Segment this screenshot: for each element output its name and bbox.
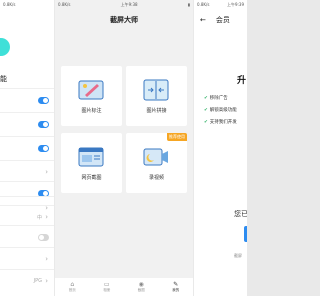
status-speed: 0.8K/s — [197, 2, 210, 7]
status-speed: 0.8K/s — [58, 2, 71, 7]
app-title: 截屏大师 — [110, 16, 138, 24]
status-time: 上午9:38 — [120, 1, 138, 7]
camera-icon: ◉ — [138, 281, 144, 288]
section-title: 能 — [0, 75, 7, 83]
toggle-switch[interactable] — [38, 121, 49, 128]
card-label: 图片标注 — [81, 108, 102, 114]
tools-icon: ✎ — [173, 281, 179, 288]
chevron-right-icon: › — [45, 255, 48, 263]
settings-row[interactable] — [0, 88, 54, 112]
settings-row[interactable] — [0, 136, 54, 160]
card-image-stitch[interactable]: 图片拼接 — [126, 66, 187, 126]
upgrade-heading: 升 — [237, 76, 247, 86]
status-question: 您已 — [234, 210, 247, 218]
header: ← 会员 — [194, 9, 247, 31]
settings-row[interactable]: › — [0, 247, 54, 271]
toggle-switch[interactable] — [38, 97, 49, 104]
check-icon: ✔ — [204, 120, 208, 125]
page-title: 会员 — [215, 16, 230, 24]
home-screen: 0.8K/s 上午9:38 ▮ 截屏大师 图片标注 图片拼接 网页截图 推荐使用… — [55, 0, 193, 296]
membership-screen: 0.8K/s 上午9:39 ← 会员 升 ✔ 移除广告 ✔ 解锁高级功能 ✔ 支持我们… — [194, 0, 247, 296]
recommend-badge: 推荐使用 — [167, 133, 187, 141]
card-label: 图片拼接 — [146, 108, 167, 114]
card-webpage-capture[interactable]: 网页截图 — [61, 133, 122, 193]
album-icon: ▭ — [103, 281, 110, 288]
pen-annotate-icon — [77, 78, 105, 102]
feature-item: ✔ 移除广告 — [204, 96, 228, 101]
screen-record-icon — [142, 145, 170, 169]
tab-album[interactable]: ▭ 相册 — [90, 278, 125, 296]
card-screen-record[interactable]: 推荐使用 录视频 — [126, 133, 187, 193]
feature-item: ✔ 支持我们开发 — [204, 120, 237, 125]
card-label: 网页截图 — [81, 175, 102, 181]
bottom-tab-bar: ⌂ 首页 ▭ 相册 ◉ 截图 ✎ 我的 — [55, 278, 193, 296]
toggle-switch[interactable] — [38, 145, 49, 152]
home-icon: ⌂ — [70, 281, 75, 288]
back-arrow-icon[interactable]: ← — [200, 16, 206, 24]
app-logo-icon — [0, 38, 10, 56]
status-time: 上午9:39 — [227, 1, 244, 7]
feature-item: ✔ 解锁高级功能 — [204, 108, 237, 113]
tab-home[interactable]: ⌂ 首页 — [55, 278, 90, 296]
settings-row[interactable]: JPG › — [0, 269, 54, 293]
settings-screen: 0.8K/s 能 › › 中 › › JPG › — [0, 0, 54, 296]
check-icon: ✔ — [204, 96, 208, 101]
upgrade-button[interactable] — [244, 226, 247, 242]
tab-screenshot[interactable]: ◉ 截图 — [124, 278, 159, 296]
battery-icon: ▮ — [187, 2, 190, 7]
status-bar: 0.8K/s — [0, 0, 54, 9]
chevron-right-icon: › — [45, 277, 48, 285]
chevron-right-icon: › — [45, 213, 48, 221]
status-speed: 0.8K/s — [3, 2, 16, 7]
toggle-switch[interactable] — [38, 234, 49, 241]
chevron-right-icon: › — [45, 168, 48, 176]
status-bar: 0.8K/s 上午9:39 — [194, 0, 247, 9]
settings-row[interactable] — [0, 225, 54, 249]
check-icon: ✔ — [204, 108, 208, 113]
card-label: 录视频 — [148, 175, 164, 181]
footer-text: 截屏 — [234, 253, 242, 258]
card-image-annotate[interactable]: 图片标注 — [61, 66, 122, 126]
settings-row[interactable] — [0, 112, 54, 136]
setting-value: JPG — [33, 278, 42, 284]
setting-value: 中 — [36, 215, 42, 221]
tab-mine[interactable]: ✎ 我的 — [159, 278, 194, 296]
status-bar: 0.8K/s 上午9:38 ▮ — [55, 0, 193, 9]
image-stitch-icon — [142, 78, 170, 102]
webpage-capture-icon — [77, 145, 105, 169]
